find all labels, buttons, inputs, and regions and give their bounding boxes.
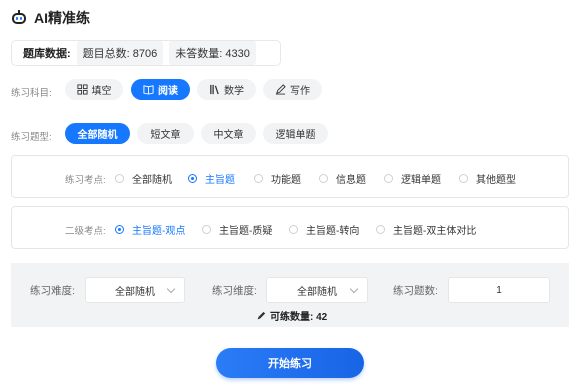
exam-point-option[interactable]: 功能题 (254, 171, 301, 186)
question-type-label: 练习题型: (11, 132, 52, 143)
exam-point-option[interactable]: 逻辑单题 (384, 171, 441, 186)
question-type-medium-article[interactable]: 中文章 (201, 123, 256, 144)
exam-point-box: 练习考点: 全部随机 主旨题 功能题 信息题 逻辑单题 其他题型 (11, 155, 569, 198)
radio-label: 逻辑单题 (401, 175, 441, 186)
library-icon (210, 84, 219, 95)
sub-point-box: 二级考点: 主旨题-观点 主旨题-质疑 主旨题-转向 主旨题-双主体对比 (11, 206, 569, 249)
sub-point-option[interactable]: 主旨题-转向 (289, 222, 359, 237)
page-header: AI精准练 (11, 8, 90, 28)
question-type-short-article[interactable]: 短文章 (137, 123, 194, 144)
exam-point-option-selected[interactable]: 主旨题 (188, 171, 235, 186)
radio-icon (376, 225, 385, 234)
difficulty-value: 全部随机 (115, 286, 155, 298)
subject-reading[interactable]: 阅读 (131, 79, 190, 100)
radio-icon (459, 174, 468, 183)
page-title: AI精准练 (34, 10, 90, 26)
grid-icon (76, 84, 88, 95)
dimension-value: 全部随机 (297, 286, 337, 298)
radio-icon (115, 174, 124, 183)
radio-label: 主旨题-转向 (306, 226, 360, 237)
exam-point-label: 练习考点: (65, 175, 106, 186)
chevron-down-icon (166, 284, 176, 294)
subject-math[interactable]: 数学 (197, 79, 256, 100)
radio-label: 主旨题-观点 (132, 226, 186, 237)
subject-label: 练习科目: (11, 88, 52, 99)
radio-icon (319, 174, 328, 183)
exam-point-option[interactable]: 信息题 (319, 171, 366, 186)
robot-icon (11, 10, 27, 26)
radio-label: 功能题 (271, 175, 301, 186)
radio-label: 主旨题 (205, 175, 235, 186)
available-count: 可练数量: 42 (256, 308, 327, 323)
count-label: 练习题数: (393, 285, 438, 297)
dimension-label: 练习维度: (212, 285, 257, 297)
sub-point-option[interactable]: 主旨题-双主体对比 (376, 222, 476, 237)
difficulty-select[interactable]: 全部随机 (85, 277, 185, 303)
count-input[interactable]: 1 (448, 277, 550, 303)
available-count-text: 可练数量: 42 (270, 312, 328, 323)
unanswered-count: 未答数量: 4330 (169, 41, 256, 65)
radio-label: 其他题型 (476, 175, 516, 186)
radio-label: 全部随机 (132, 175, 172, 186)
pen-icon (275, 84, 286, 95)
question-type-all-random[interactable]: 全部随机 (65, 123, 130, 144)
exam-point-option[interactable]: 其他题型 (459, 171, 516, 186)
pencil-icon (257, 311, 266, 319)
question-type-logic-single[interactable]: 逻辑单题 (263, 123, 328, 144)
book-icon (143, 85, 154, 95)
chevron-down-icon (349, 284, 359, 294)
subject-writing[interactable]: 写作 (263, 79, 322, 100)
subject-fill-blank[interactable]: 填空 (65, 79, 123, 100)
total-count: 题目总数: 8706 (76, 41, 164, 65)
subject-option-label: 数学 (224, 86, 244, 97)
sub-point-label: 二级考点: (65, 226, 106, 237)
exam-point-option[interactable]: 全部随机 (115, 171, 172, 186)
stats-label: 题库数据: (23, 48, 71, 60)
sub-point-option-selected[interactable]: 主旨题-观点 (115, 222, 185, 237)
radio-label: 信息题 (336, 175, 366, 186)
count-value: 1 (496, 284, 502, 296)
radio-label: 主旨题-双主体对比 (393, 226, 477, 237)
dimension-select[interactable]: 全部随机 (266, 277, 368, 303)
start-practice-button[interactable]: 开始练习 (216, 348, 364, 378)
radio-icon (384, 174, 393, 183)
difficulty-label: 练习难度: (30, 285, 75, 297)
radio-selected-icon (115, 225, 124, 234)
subject-option-label: 阅读 (158, 86, 178, 97)
radio-icon (254, 174, 263, 183)
sub-point-option[interactable]: 主旨题-质疑 (202, 222, 272, 237)
radio-label: 主旨题-质疑 (219, 226, 273, 237)
radio-selected-icon (188, 174, 197, 183)
question-bank-stats: 题库数据: 题目总数: 8706 未答数量: 4330 (11, 40, 281, 66)
subject-option-label: 填空 (91, 86, 112, 97)
subject-option-label: 写作 (290, 86, 310, 97)
radio-icon (289, 225, 298, 234)
radio-icon (202, 225, 211, 234)
